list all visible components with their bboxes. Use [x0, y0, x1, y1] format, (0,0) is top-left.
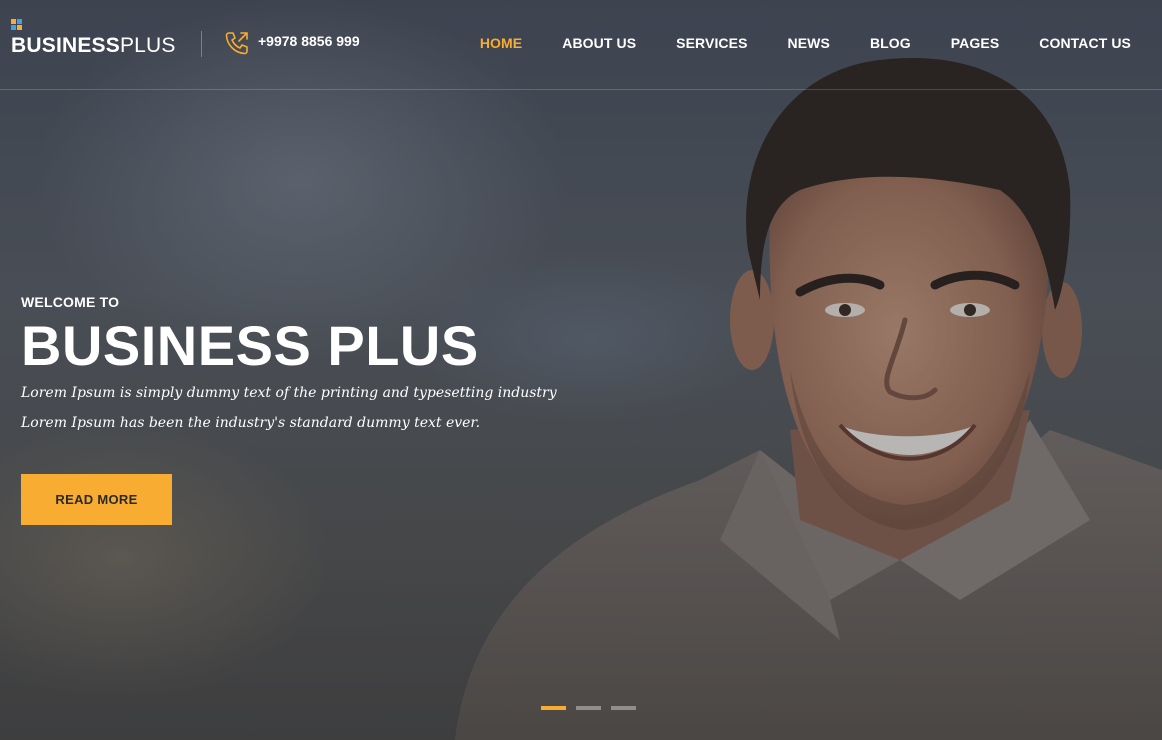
hero-welcome-text: WELCOME TO [21, 294, 120, 310]
logo-square [17, 25, 22, 30]
logo-wordmark: BUSINESSPLUS [11, 34, 176, 58]
nav-item-blog[interactable]: BLOG [870, 35, 911, 51]
nav-item-news[interactable]: NEWS [788, 35, 830, 51]
hero-content: WELCOME TO BUSINESS PLUS Lorem Ipsum is … [21, 294, 557, 438]
site-header: BUSINESSPLUS +9978 8856 999 HOME ABOUT U… [0, 0, 1162, 90]
nav-item-contact-us[interactable]: CONTACT US [1039, 35, 1131, 51]
logo-text-light: PLUS [119, 34, 176, 57]
slider-dot-1[interactable] [541, 706, 566, 710]
main-nav: HOME ABOUT US SERVICES NEWS BLOG PAGES C… [480, 35, 1131, 51]
nav-item-pages[interactable]: PAGES [951, 35, 999, 51]
nav-item-about-us[interactable]: ABOUT US [562, 35, 636, 51]
logo-text-bold: BUSINESS [11, 34, 120, 57]
read-more-button[interactable]: READ MORE [21, 474, 172, 525]
logo-mark-icon [11, 19, 25, 33]
nav-item-home[interactable]: HOME [480, 35, 522, 51]
header-divider [201, 31, 202, 57]
hero-tagline-line-1: Lorem Ipsum is simply dummy text of the … [21, 385, 557, 401]
logo-square [11, 19, 16, 24]
slider-dot-2[interactable] [576, 706, 601, 710]
phone-icon [225, 32, 248, 55]
logo-square [17, 19, 22, 24]
slider-pagination [541, 706, 636, 710]
hero-headline: BUSINESS PLUS [21, 314, 479, 377]
phone-number-link[interactable]: +9978 8856 999 [258, 33, 360, 49]
logo-square [11, 25, 16, 30]
slider-dot-3[interactable] [611, 706, 636, 710]
hero-tagline-line-2: Lorem Ipsum has been the industry's stan… [21, 415, 481, 431]
nav-item-services[interactable]: SERVICES [676, 35, 747, 51]
